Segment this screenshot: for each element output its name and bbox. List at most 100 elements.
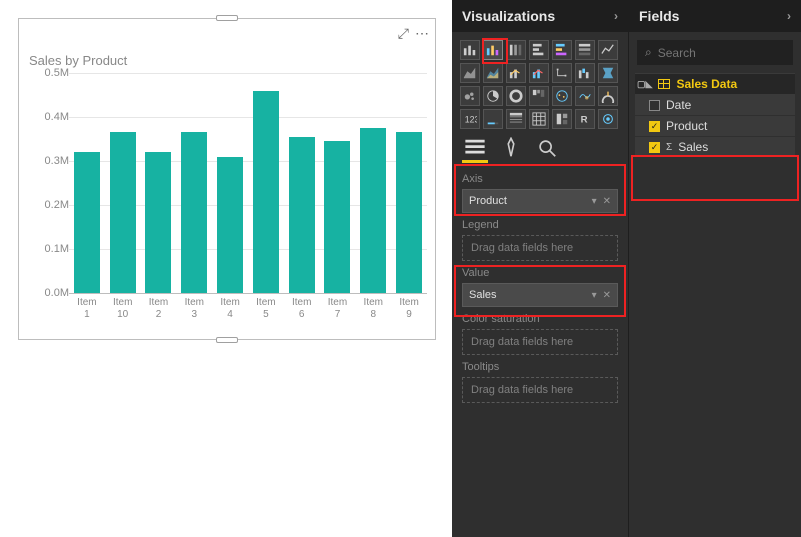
viz-type-line[interactable] — [598, 40, 618, 60]
bar[interactable] — [289, 137, 315, 293]
field-product[interactable]: ✓Product — [635, 116, 795, 137]
saturation-placeholder: Drag data fields here — [471, 336, 573, 348]
chart-title: Sales by Product — [29, 53, 127, 68]
viz-type-area[interactable] — [460, 63, 480, 83]
viz-type-r-visual[interactable]: R — [575, 109, 595, 129]
viz-type-custom[interactable] — [598, 109, 618, 129]
y-axis-tick: 0.1M — [29, 243, 69, 255]
chart-visual[interactable]: ⤢ ⋯ Sales by Product 0.0M0.1M0.2M0.3M0.4… — [18, 18, 436, 340]
bar[interactable] — [360, 128, 386, 293]
y-axis-tick: 0.5M — [29, 67, 69, 79]
x-axis-label: Item 9 — [391, 297, 427, 321]
y-axis-tick: 0.3M — [29, 155, 69, 167]
visualizations-title: Visualizations — [462, 8, 555, 24]
visualizations-header[interactable]: Visualizations › — [452, 0, 628, 32]
viz-type-bar-horiz[interactable] — [529, 40, 549, 60]
viz-type-slicer[interactable] — [552, 109, 572, 129]
field-label: Sales — [678, 140, 708, 154]
chevron-right-icon[interactable]: › — [787, 9, 791, 23]
x-axis-label: Item 8 — [355, 297, 391, 321]
viz-type-combo-stacked[interactable] — [529, 63, 549, 83]
bar[interactable] — [253, 91, 279, 293]
tooltips-well[interactable]: Drag data fields here — [462, 377, 618, 403]
viz-type-stacked-bar[interactable] — [460, 40, 480, 60]
visualization-type-grid: 123 R — [452, 32, 628, 135]
axis-well-value: Product — [469, 195, 507, 207]
y-axis-tick: 0.4M — [29, 111, 69, 123]
viz-type-matrix[interactable] — [529, 109, 549, 129]
x-axis-label: Item 2 — [141, 297, 177, 321]
viz-type-waterfall[interactable] — [575, 63, 595, 83]
svg-text:R: R — [581, 115, 588, 126]
svg-text:123: 123 — [465, 115, 477, 125]
viz-type-pie[interactable] — [483, 86, 503, 106]
y-axis-tick: 0.2M — [29, 199, 69, 211]
sigma-icon: Σ — [666, 142, 672, 153]
value-well-value: Sales — [469, 289, 497, 301]
table-node-sales-data[interactable]: ▢◣ Sales Data — [635, 73, 795, 95]
gridline — [69, 293, 427, 294]
bar[interactable] — [217, 157, 243, 293]
analytics-tab[interactable] — [536, 139, 558, 161]
caret-down-icon: ▢◣ — [637, 79, 652, 90]
chart-plot-area: 0.0M0.1M0.2M0.3M0.4M0.5M Item 1Item 10It… — [29, 73, 427, 333]
x-axis-label: Item 7 — [320, 297, 356, 321]
viz-type-100-stacked-bar[interactable] — [506, 40, 526, 60]
remove-icon[interactable]: ✕ — [603, 196, 611, 207]
checkbox[interactable]: ✓ — [649, 121, 660, 132]
x-axis-label: Item 5 — [248, 297, 284, 321]
viz-type-donut[interactable] — [506, 86, 526, 106]
x-axis-label: Item 6 — [284, 297, 320, 321]
bar[interactable] — [396, 132, 422, 293]
bar[interactable] — [181, 132, 207, 293]
remove-icon[interactable]: ✕ — [603, 290, 611, 301]
legend-well[interactable]: Drag data fields here — [462, 235, 618, 261]
search-input[interactable] — [658, 46, 785, 60]
viz-type-ribbon[interactable] — [552, 63, 572, 83]
viz-type-stacked-area[interactable] — [483, 63, 503, 83]
field-sales[interactable]: ✓ Σ Sales — [635, 137, 795, 158]
fields-header[interactable]: Fields › — [629, 0, 801, 32]
viz-type-map[interactable] — [552, 86, 572, 106]
viz-type-gauge[interactable] — [598, 86, 618, 106]
saturation-well-label: Color saturation — [462, 313, 618, 325]
dropdown-icon[interactable]: ▾ — [592, 196, 597, 207]
fields-panel: Fields › ⌕ ▢◣ Sales Data Date✓Product✓ΣS… — [629, 0, 801, 537]
viz-type-kpi[interactable] — [483, 109, 503, 129]
viz-type-clustered-bar-horiz[interactable] — [552, 40, 572, 60]
viz-type-combo[interactable] — [506, 63, 526, 83]
fields-search[interactable]: ⌕ — [637, 40, 793, 65]
value-well[interactable]: Sales ▾ ✕ — [462, 283, 618, 307]
checkbox[interactable] — [649, 100, 660, 111]
viz-type-100-bar-horiz[interactable] — [575, 40, 595, 60]
resize-handle-top[interactable] — [216, 15, 238, 21]
bar[interactable] — [110, 132, 136, 293]
x-axis-label: Item 3 — [176, 297, 212, 321]
focus-mode-icon[interactable]: ⤢ — [398, 25, 409, 42]
viz-type-scatter[interactable] — [460, 86, 480, 106]
saturation-well[interactable]: Drag data fields here — [462, 329, 618, 355]
viz-type-table[interactable] — [506, 109, 526, 129]
viz-type-card[interactable]: 123 — [460, 109, 480, 129]
bar[interactable] — [324, 141, 350, 293]
format-tab[interactable] — [500, 139, 522, 161]
axis-well[interactable]: Product ▾ ✕ — [462, 189, 618, 213]
viz-type-funnel[interactable] — [598, 63, 618, 83]
axis-well-label: Axis — [462, 173, 618, 185]
checkbox[interactable]: ✓ — [649, 142, 660, 153]
field-wells: Axis Product ▾✕ Legend Drag data fields … — [452, 161, 628, 409]
bar[interactable] — [74, 152, 100, 293]
dropdown-icon[interactable]: ▾ — [592, 290, 597, 301]
more-options-icon[interactable]: ⋯ — [415, 25, 429, 42]
viz-type-clustered-bar[interactable] — [483, 40, 503, 60]
fields-tree: ▢◣ Sales Data Date✓Product✓ΣSales — [629, 69, 801, 162]
viz-type-filled-map[interactable] — [575, 86, 595, 106]
bar[interactable] — [145, 152, 171, 293]
report-canvas[interactable]: ⤢ ⋯ Sales by Product 0.0M0.1M0.2M0.3M0.4… — [0, 0, 452, 537]
fields-tab[interactable] — [464, 139, 486, 161]
resize-handle-bottom[interactable] — [216, 337, 238, 343]
x-axis-label: Item 1 — [69, 297, 105, 321]
field-date[interactable]: Date — [635, 95, 795, 116]
chevron-right-icon[interactable]: › — [614, 9, 618, 23]
viz-type-treemap[interactable] — [529, 86, 549, 106]
